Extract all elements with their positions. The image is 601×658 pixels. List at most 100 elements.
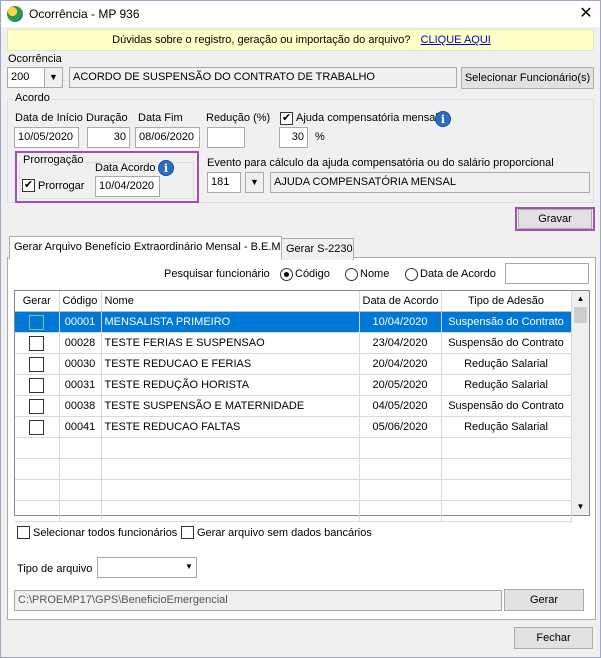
reducao-label: Redução (%)	[206, 112, 271, 124]
chevron-down-icon: ▼	[49, 72, 58, 82]
cell-gerar	[15, 311, 60, 333]
col-data-acordo[interactable]: Data de Acordo	[359, 291, 442, 312]
empty-cell	[59, 479, 102, 501]
search-label: Pesquisar funcionário	[164, 268, 270, 280]
cell-gerar	[15, 395, 60, 417]
evento-code-field[interactable]: 181	[207, 172, 241, 193]
ocorrencia-dropdown-button[interactable]: ▼	[44, 67, 63, 88]
ajuda-percent-field[interactable]: 30	[279, 127, 308, 148]
empty-cell	[101, 479, 360, 501]
table-row-empty[interactable]	[15, 437, 572, 459]
search-input[interactable]	[505, 263, 589, 284]
tab-s2230[interactable]: Gerar S-2230	[281, 238, 354, 260]
table-row-empty[interactable]	[15, 500, 572, 522]
data-inicio-field[interactable]: 10/05/2020	[14, 127, 79, 148]
col-gerar[interactable]: Gerar	[15, 291, 60, 312]
table-row[interactable]: 00001 MENSALISTA PRIMEIRO 10/04/2020 Suspen…	[15, 311, 572, 333]
data-fim-field[interactable]: 08/06/2020	[135, 127, 200, 148]
grid-scrollbar[interactable]: ▲ ▼	[571, 291, 589, 515]
table-row-empty[interactable]	[15, 479, 572, 501]
fechar-button[interactable]: Fechar	[514, 627, 593, 649]
row-checkbox[interactable]	[29, 419, 45, 435]
table-row[interactable]: 00031 TESTE REDUÇÃO HORISTA 20/05/2020 Redu…	[15, 374, 572, 396]
cell-gerar	[15, 374, 60, 396]
cell-codigo: 00031	[59, 374, 102, 396]
empty-cell	[359, 458, 442, 480]
cell-nome: TESTE REDUÇÃO HORISTA	[101, 374, 360, 396]
table-row[interactable]: 00030 TESTE REDUCAO E FERIAS 20/04/2020 Red…	[15, 353, 572, 375]
data-acordo-field[interactable]: 10/04/2020	[95, 176, 160, 197]
empty-cell	[359, 500, 442, 522]
empty-cell	[101, 500, 360, 522]
path-field[interactable]: C:\PROEMP17\GPS\BeneficioEmergencial	[14, 590, 502, 611]
close-icon[interactable]: ✕	[572, 2, 600, 26]
col-tipo-adesao[interactable]: Tipo de Adesão	[441, 291, 572, 312]
radio-nome[interactable]	[345, 268, 358, 281]
tipo-arquivo-label: Tipo de arquivo	[17, 563, 93, 575]
ajuda-info-icon[interactable]: i	[435, 111, 451, 127]
prorrogar-label: Prorrogar	[38, 180, 85, 192]
table-row[interactable]: 00028 TESTE FERIAS E SUSPENSAO 23/04/2020 S…	[15, 332, 572, 354]
gravar-button[interactable]: Gravar	[518, 209, 592, 229]
col-codigo[interactable]: Código	[59, 291, 102, 312]
row-checkbox[interactable]	[29, 356, 45, 372]
row-checkbox[interactable]	[29, 314, 45, 330]
scroll-down-icon[interactable]: ▼	[572, 499, 589, 515]
ocorrencia-code-field[interactable]: 200	[7, 67, 45, 88]
app-icon	[7, 6, 23, 22]
row-checkbox[interactable]	[29, 377, 45, 393]
data-acordo-info-icon[interactable]: i	[158, 160, 174, 176]
evento-description: AJUDA COMPENSATÓRIA MENSAL	[270, 172, 590, 193]
empty-cell	[15, 458, 60, 480]
cell-codigo: 00041	[59, 416, 102, 438]
employees-table: Gerar Código Nome Data de Acordo Tipo de…	[15, 291, 572, 522]
chevron-down-icon: ▼	[250, 177, 259, 187]
select-employees-button[interactable]: Selecionar Funcionário(s)	[461, 67, 594, 89]
empty-cell	[59, 458, 102, 480]
cell-nome: MENSALISTA PRIMEIRO	[101, 311, 360, 333]
ocorrencia-label: Ocorrência	[8, 53, 62, 65]
help-link[interactable]: CLIQUE AQUI	[421, 34, 491, 46]
cell-data-acordo: 20/05/2020	[359, 374, 442, 396]
duracao-field[interactable]: 30	[87, 127, 130, 148]
no-bank-checkbox[interactable]	[181, 526, 194, 539]
prorrogar-checkbox[interactable]: ✔	[22, 179, 35, 192]
tipo-arquivo-select[interactable]	[97, 557, 197, 578]
cell-data-acordo: 23/04/2020	[359, 332, 442, 354]
radio-data-acordo[interactable]	[405, 268, 418, 281]
ajuda-checkbox[interactable]: ✔	[280, 112, 293, 125]
tab-bem[interactable]: Gerar Arquivo Benefício Extraordinário M…	[9, 236, 282, 260]
empty-cell	[15, 500, 60, 522]
chevron-down-icon: ▼	[185, 562, 193, 571]
select-all-checkbox[interactable]	[17, 526, 30, 539]
table-row-empty[interactable]	[15, 458, 572, 480]
radio-nome-label: Nome	[360, 268, 390, 280]
duracao-label: Duração	[86, 112, 128, 124]
grid-header-row: Gerar Código Nome Data de Acordo Tipo de…	[15, 291, 572, 312]
empty-cell	[15, 479, 60, 501]
table-row[interactable]: 00041 TESTE REDUCAO FALTAS 05/06/2020 Reduç…	[15, 416, 572, 438]
employees-grid[interactable]: Gerar Código Nome Data de Acordo Tipo de…	[14, 290, 590, 522]
row-checkbox[interactable]	[29, 335, 45, 351]
help-banner: Dúvidas sobre o registro, geração ou imp…	[7, 29, 594, 51]
col-nome[interactable]: Nome	[101, 291, 360, 312]
empty-cell	[441, 479, 572, 501]
empty-cell	[441, 437, 572, 459]
empty-cell	[359, 479, 442, 501]
reducao-field[interactable]	[207, 127, 245, 148]
scroll-thumb[interactable]	[574, 307, 587, 323]
no-bank-label: Gerar arquivo sem dados bancários	[197, 527, 372, 539]
cell-nome: TESTE REDUCAO FALTAS	[101, 416, 360, 438]
evento-dropdown-button[interactable]: ▼	[245, 172, 264, 193]
table-row[interactable]: 00038 TESTE SUSPENSÃO E MATERNIDADE 04/05/…	[15, 395, 572, 417]
cell-codigo: 00030	[59, 353, 102, 375]
cell-data-acordo: 04/05/2020	[359, 395, 442, 417]
cell-tipo-adesao: Suspensão do Contrato	[441, 332, 572, 354]
empty-cell	[441, 458, 572, 480]
radio-codigo[interactable]	[280, 268, 293, 281]
gerar-button[interactable]: Gerar	[504, 589, 584, 611]
scroll-up-icon[interactable]: ▲	[572, 291, 589, 307]
ajuda-label: Ajuda compensatória mensal	[296, 112, 438, 124]
cell-tipo-adesao: Suspensão do Contrato	[441, 395, 572, 417]
row-checkbox[interactable]	[29, 398, 45, 414]
